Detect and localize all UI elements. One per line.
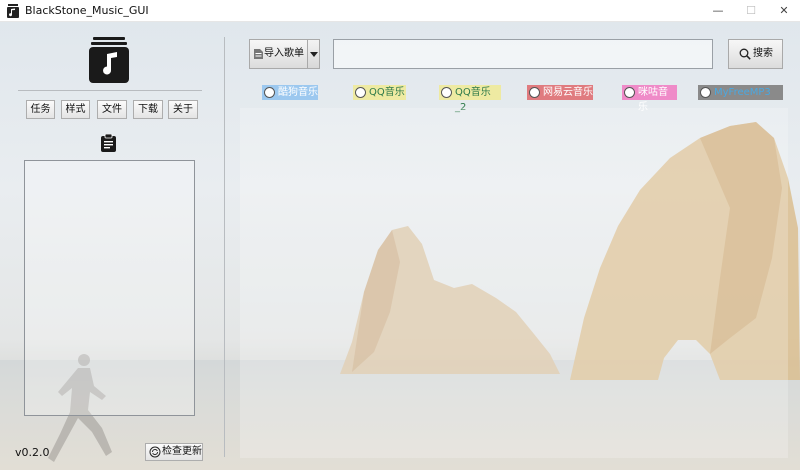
radio-circle bbox=[624, 87, 635, 98]
import-dropdown-button[interactable] bbox=[308, 39, 320, 69]
source-netease-label: 网易云音乐 bbox=[543, 87, 593, 98]
source-myfreemp3-radio[interactable]: MyFreeMP3 bbox=[698, 85, 783, 100]
source-qq-label: QQ音乐 bbox=[369, 87, 405, 98]
menu-tasks-button[interactable]: 任务 bbox=[26, 100, 55, 119]
panel-divider bbox=[224, 37, 225, 457]
check-update-button[interactable]: 检查更新 bbox=[145, 443, 203, 461]
source-myfreemp3-label: MyFreeMP3 bbox=[714, 87, 771, 98]
radio-circle bbox=[355, 87, 366, 98]
source-kugou-label: 酷狗音乐 bbox=[278, 87, 318, 98]
search-button[interactable]: 搜索 bbox=[728, 39, 783, 69]
radio-circle bbox=[264, 87, 275, 98]
check-update-label: 检查更新 bbox=[162, 446, 202, 457]
menu-file-button[interactable]: 文件 bbox=[97, 100, 127, 119]
maximize-button[interactable]: ☐ bbox=[733, 0, 769, 22]
radio-circle bbox=[441, 87, 452, 98]
app-window-icon bbox=[7, 4, 19, 18]
title-bar: BlackStone_Music_GUI — ☐ ✕ bbox=[0, 0, 800, 22]
menu-style-button[interactable]: 样式 bbox=[61, 100, 90, 119]
menu-download-button[interactable]: 下载 bbox=[133, 100, 163, 119]
source-kugou-radio[interactable]: 酷狗音乐 bbox=[262, 85, 318, 100]
import-playlist-label: 导入歌单 bbox=[264, 48, 304, 59]
close-button[interactable]: ✕ bbox=[766, 0, 800, 22]
music-stack-icon bbox=[89, 37, 129, 83]
source-qq2-radio[interactable]: QQ音乐_2 bbox=[439, 85, 501, 113]
source-migu-radio[interactable]: 咪咕音乐 bbox=[622, 85, 677, 113]
search-results-area[interactable] bbox=[240, 108, 788, 458]
menu-about-button[interactable]: 关于 bbox=[168, 100, 198, 119]
magnifier-icon bbox=[739, 48, 751, 60]
radio-circle bbox=[700, 87, 711, 98]
source-qq-radio[interactable]: QQ音乐 bbox=[353, 85, 406, 100]
minimize-button[interactable]: — bbox=[700, 0, 736, 22]
search-label: 搜索 bbox=[753, 48, 773, 59]
window-title: BlackStone_Music_GUI bbox=[25, 4, 149, 17]
source-netease-radio[interactable]: 网易云音乐 bbox=[527, 85, 593, 100]
refresh-icon bbox=[149, 446, 161, 458]
sidebar-divider bbox=[18, 90, 202, 91]
search-input[interactable] bbox=[333, 39, 713, 69]
task-list[interactable] bbox=[24, 160, 195, 416]
radio-circle bbox=[529, 87, 540, 98]
document-icon bbox=[254, 49, 263, 59]
import-playlist-button[interactable]: 导入歌单 bbox=[249, 39, 308, 69]
version-label: v0.2.0 bbox=[15, 446, 50, 459]
clipboard-icon[interactable] bbox=[101, 134, 116, 152]
